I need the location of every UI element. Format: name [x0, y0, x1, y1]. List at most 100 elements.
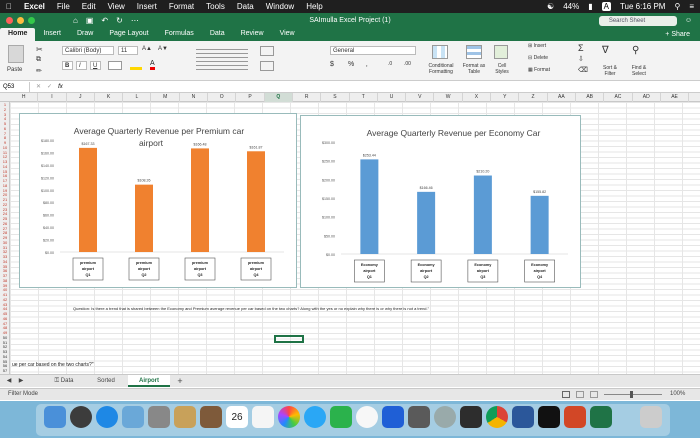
format-cells-button[interactable]: ▦ Format	[528, 67, 550, 73]
column-header-n[interactable]: N	[180, 93, 209, 102]
format-painter-icon[interactable]: ✏	[36, 67, 42, 75]
comma-icon[interactable]: ‚	[366, 61, 368, 68]
share-button[interactable]: + Share	[665, 29, 690, 41]
column-header-r[interactable]: R	[293, 93, 322, 102]
bar[interactable]	[247, 151, 265, 252]
italic-button[interactable]: I	[76, 61, 87, 70]
column-header-q[interactable]: Q	[264, 93, 293, 102]
battery-percent[interactable]: 44%	[563, 2, 579, 11]
cancel-formula-icon[interactable]: ✕	[36, 83, 41, 90]
sort-filter-button[interactable]: Sort & Filter	[600, 65, 620, 77]
menu-view[interactable]: View	[108, 2, 125, 11]
chart-premium[interactable]: Average Quarterly Revenue per Premium ca…	[19, 113, 297, 288]
bar[interactable]	[530, 195, 549, 254]
excel-icon[interactable]	[590, 406, 612, 428]
column-header-ad[interactable]: AD	[633, 93, 661, 102]
bar[interactable]	[473, 175, 492, 254]
sheet-tab-data[interactable]: ⚿ Data	[44, 375, 84, 387]
find-select-icon[interactable]: ⚲	[632, 45, 639, 56]
chart-economy[interactable]: Average Quarterly Revenue per Economy Ca…	[300, 115, 581, 288]
photos-icon[interactable]	[278, 406, 300, 428]
paste-button[interactable]: Paste	[7, 67, 22, 73]
notification-center-icon[interactable]: ≡	[689, 2, 694, 11]
format-as-table-button[interactable]: Format as Table	[460, 63, 488, 75]
shrink-font-icon[interactable]: A▼	[158, 46, 168, 52]
fx-button[interactable]: fx	[58, 84, 63, 90]
notes-app-icon[interactable]	[174, 406, 196, 428]
menu-app-name[interactable]: Excel	[24, 2, 45, 11]
tab-formulas[interactable]: Formulas	[157, 28, 202, 41]
column-header-o[interactable]: O	[208, 93, 237, 102]
tab-draw[interactable]: Draw	[69, 28, 101, 41]
tab-insert[interactable]: Insert	[35, 28, 69, 41]
format-as-table-icon[interactable]	[466, 45, 482, 59]
chrome-icon[interactable]	[486, 406, 508, 428]
sheet-tab-sorted[interactable]: Sorted	[86, 375, 126, 387]
wrap-text-icon[interactable]	[260, 46, 274, 56]
bold-button[interactable]: B	[62, 61, 73, 70]
bluetooth-icon[interactable]	[408, 406, 430, 428]
column-header-j[interactable]: J	[67, 93, 95, 102]
increase-decimal-icon[interactable]: .0	[388, 61, 392, 67]
name-box[interactable]: Q53	[0, 81, 30, 92]
zoom-slider-handle[interactable]	[630, 391, 633, 398]
launchpad-icon[interactable]	[70, 406, 92, 428]
column-header-s[interactable]: S	[321, 93, 350, 102]
calendar-icon[interactable]: 26	[226, 406, 248, 428]
messages-icon[interactable]	[304, 406, 326, 428]
merge-center-icon[interactable]	[260, 61, 274, 71]
currency-icon[interactable]: $	[330, 61, 334, 68]
fill-icon[interactable]: ⇩	[578, 55, 584, 63]
tab-data[interactable]: Data	[202, 28, 233, 41]
conditional-formatting-button[interactable]: Conditional Formatting	[426, 63, 456, 75]
tab-view[interactable]: View	[272, 28, 303, 41]
column-header-p[interactable]: P	[236, 93, 265, 102]
insert-cells-button[interactable]: ⊞ Insert	[528, 43, 546, 49]
clock[interactable]: Tue 6:16 PM	[620, 2, 666, 11]
sheet-tab-airport[interactable]: Airport	[128, 375, 170, 387]
cell-styles-button[interactable]: Cell Styles	[492, 63, 512, 75]
column-header-k[interactable]: K	[95, 93, 124, 102]
column-header-i[interactable]: I	[38, 93, 67, 102]
menu-file[interactable]: File	[57, 2, 70, 11]
borders-icon[interactable]	[108, 61, 122, 70]
bar[interactable]	[191, 148, 209, 252]
apple-icon[interactable]: 	[6, 2, 12, 11]
column-header-h[interactable]: H	[10, 93, 39, 102]
column-header-u[interactable]: U	[378, 93, 407, 102]
enter-formula-icon[interactable]: ✓	[47, 83, 52, 90]
app-icon[interactable]	[460, 406, 482, 428]
bar[interactable]	[135, 184, 153, 252]
powerpoint-icon[interactable]	[564, 406, 586, 428]
number-format-select[interactable]: General	[330, 46, 416, 55]
menu-insert[interactable]: Insert	[137, 2, 157, 11]
contacts-icon[interactable]	[148, 406, 170, 428]
delete-cells-button[interactable]: ⊟ Delete	[528, 55, 548, 61]
safari-icon[interactable]	[96, 406, 118, 428]
normal-view-icon[interactable]	[562, 391, 570, 398]
autosum-icon[interactable]: Σ	[578, 43, 584, 53]
column-header-t[interactable]: T	[350, 93, 378, 102]
column-header-w[interactable]: W	[435, 93, 463, 102]
reminders-icon[interactable]	[252, 406, 274, 428]
selected-cell[interactable]	[274, 335, 304, 343]
alignment-icons[interactable]	[196, 46, 248, 70]
sort-filter-icon[interactable]: ∇	[602, 45, 609, 56]
conditional-formatting-icon[interactable]	[432, 45, 448, 59]
wifi-icon[interactable]: ☯	[547, 2, 554, 11]
underline-button[interactable]: U	[90, 61, 101, 70]
book-icon[interactable]	[200, 406, 222, 428]
percent-icon[interactable]: %	[348, 61, 354, 68]
column-header-l[interactable]: L	[123, 93, 152, 102]
row-header-57[interactable]: 57	[0, 368, 9, 374]
keynote-icon[interactable]	[382, 406, 404, 428]
tab-review[interactable]: Review	[233, 28, 272, 41]
column-header-y[interactable]: Y	[491, 93, 520, 102]
add-sheet-button[interactable]: +	[174, 375, 186, 387]
zoom-slider[interactable]	[604, 394, 662, 395]
fill-color-icon[interactable]	[130, 61, 142, 70]
font-size-select[interactable]: 11	[118, 46, 138, 55]
facetime-icon[interactable]	[330, 406, 352, 428]
next-sheet-icon[interactable]: ▶	[16, 375, 26, 387]
cell-styles-icon[interactable]	[494, 45, 508, 59]
